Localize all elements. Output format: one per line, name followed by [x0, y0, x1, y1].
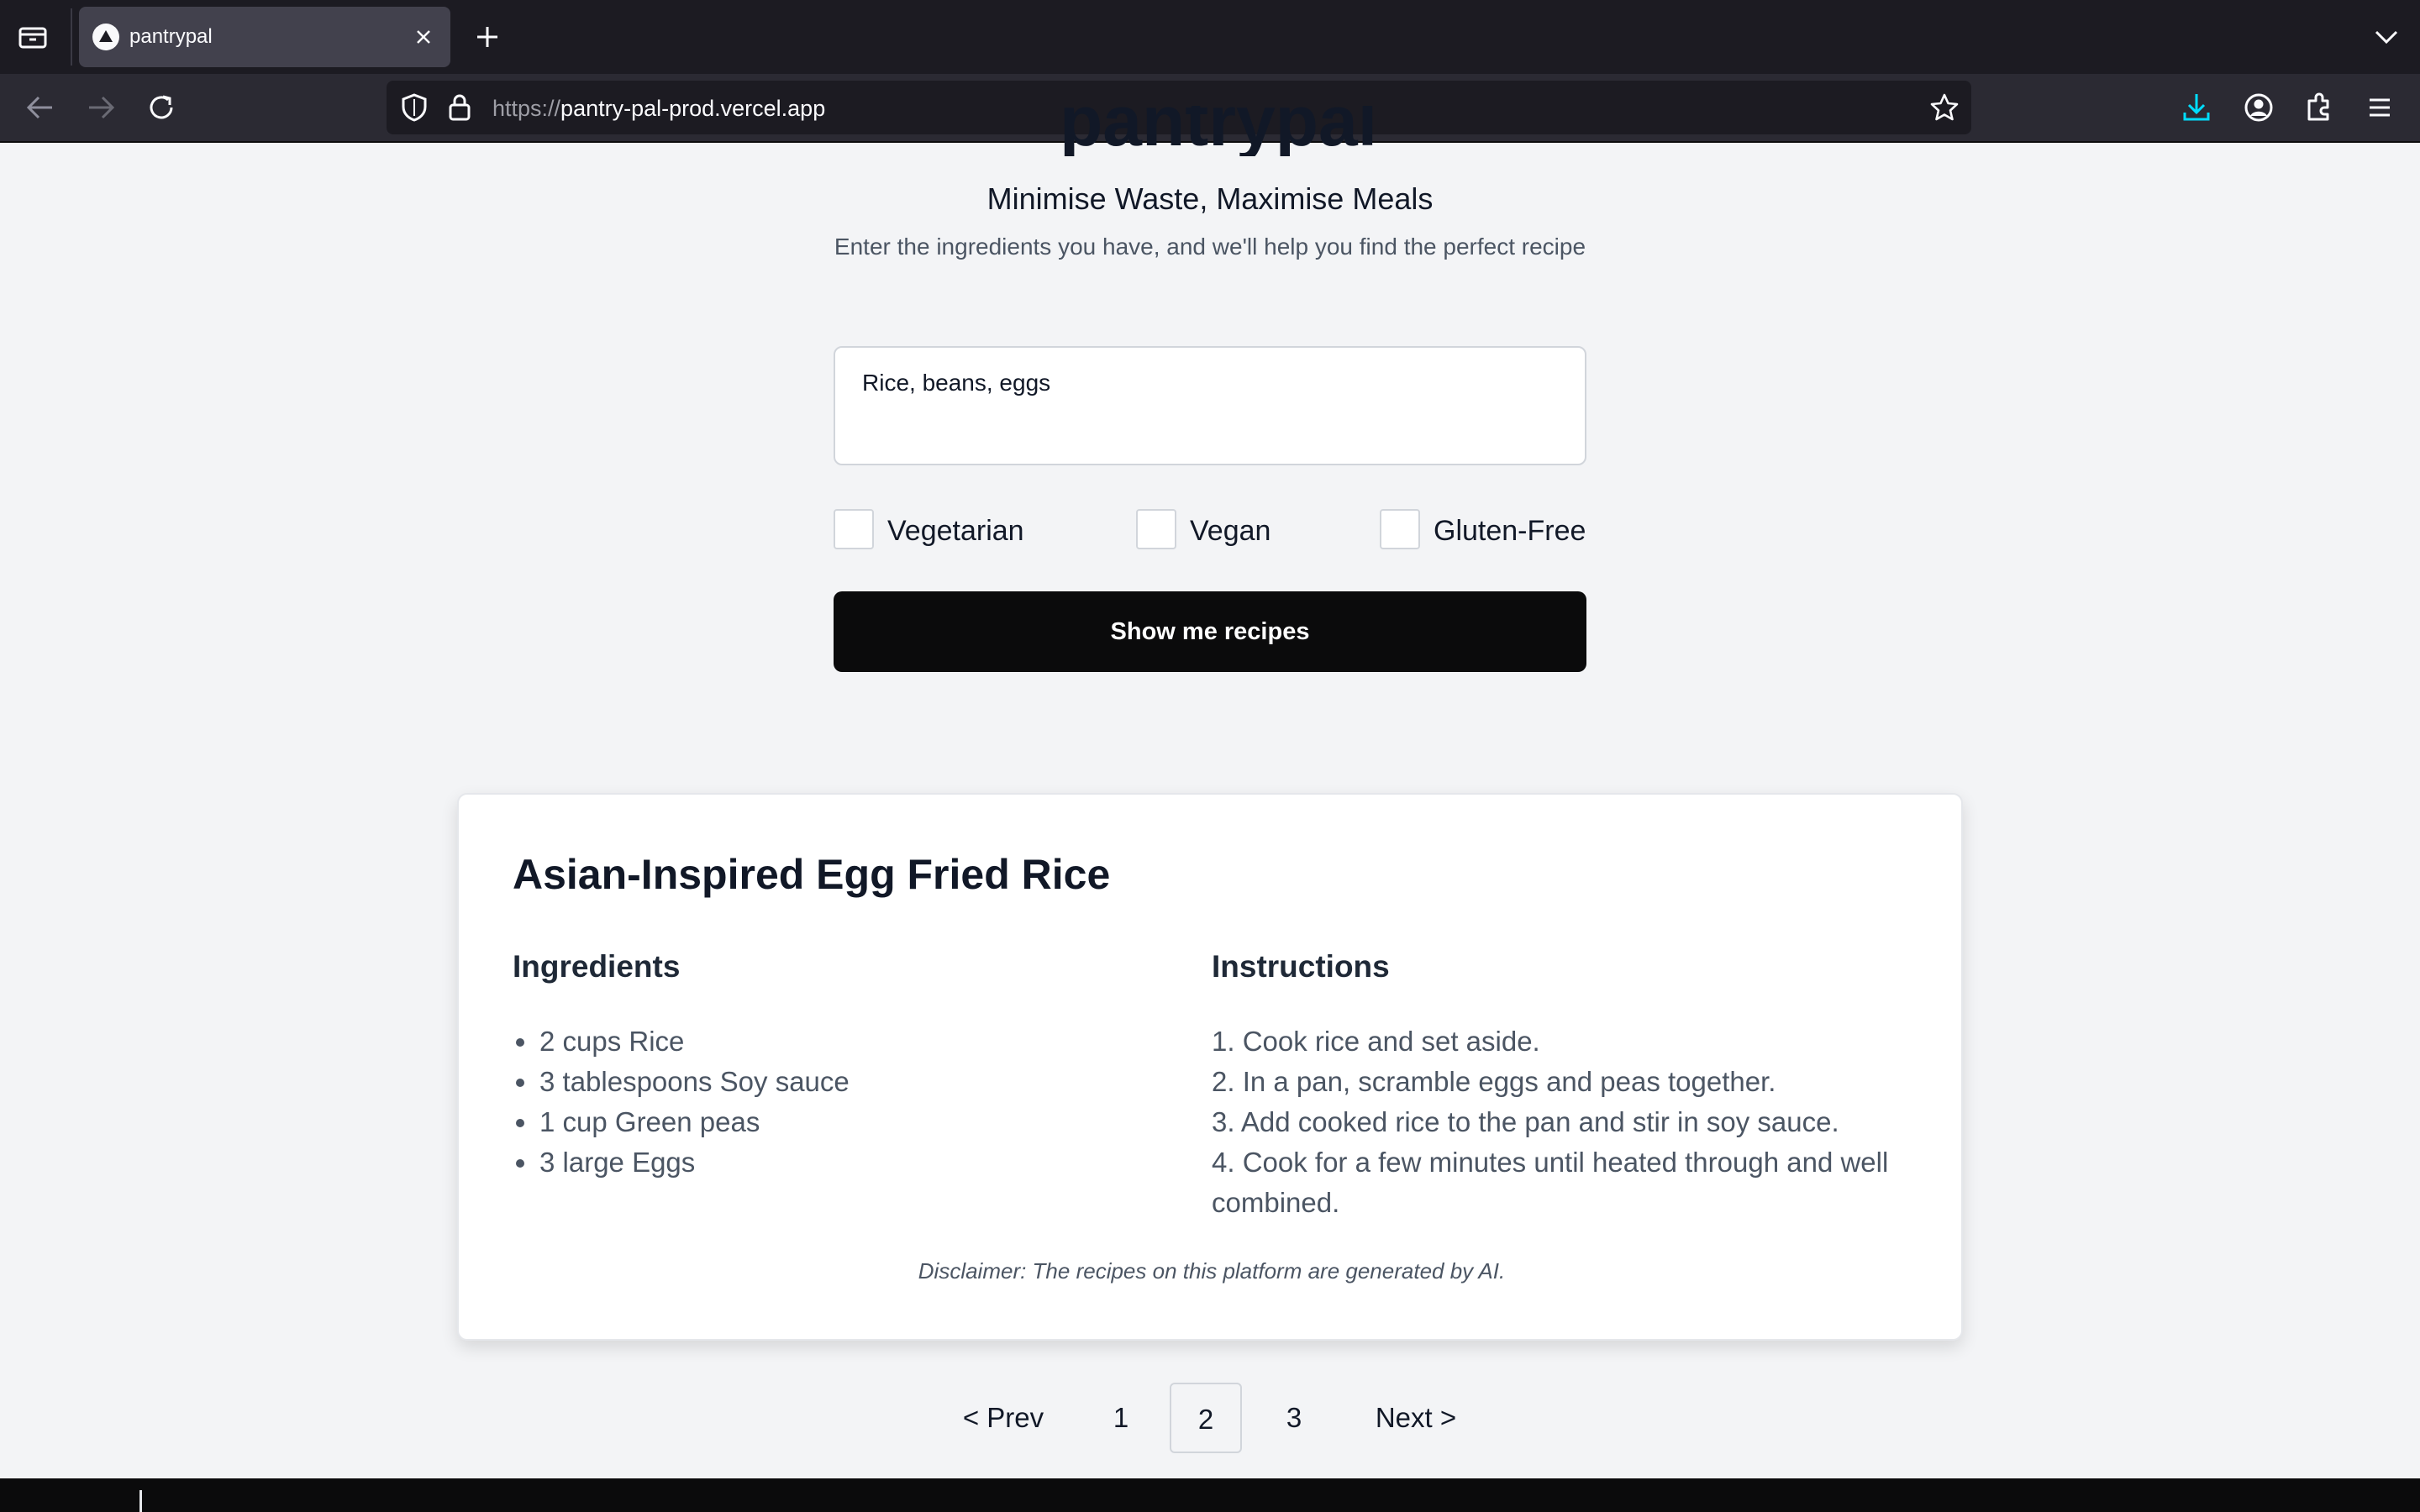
page-content: pantrypal Minimise Waste, Maximise Meals… — [0, 106, 2420, 1478]
pagination-next[interactable]: Next > — [1361, 1383, 1470, 1453]
show-recipes-button[interactable]: Show me recipes — [834, 591, 1586, 672]
pagination-page-3[interactable]: 3 — [1270, 1383, 1318, 1453]
tab-divider — [71, 8, 72, 66]
instruction-step: 3. Add cooked rice to the pan and stir i… — [1212, 1106, 1839, 1137]
tab-title: pantrypal — [129, 25, 213, 48]
page-footer — [0, 1478, 2420, 1512]
pagination-page-2-current[interactable]: 2 — [1170, 1383, 1242, 1453]
instruction-step: 2. In a pan, scramble eggs and peas toge… — [1212, 1066, 1776, 1097]
plus-icon[interactable] — [472, 22, 502, 52]
reload-icon[interactable] — [145, 91, 178, 124]
browser-tab-active[interactable]: pantrypal — [79, 7, 450, 67]
url-text: https://pantry-pal-prod.vercel.app — [492, 96, 825, 122]
ingredient-item: 3 tablespoons Soy sauce — [513, 1062, 850, 1102]
browser-tab-bar: pantrypal — [0, 0, 2420, 74]
account-icon[interactable] — [2242, 91, 2275, 124]
gluten-free-checkbox[interactable] — [1380, 509, 1420, 549]
pagination-prev[interactable]: < Prev — [955, 1383, 1052, 1453]
ingredients-list: 2 cups Rice 3 tablespoons Soy sauce 1 cu… — [513, 1021, 850, 1183]
instructions-heading: Instructions — [1212, 949, 1390, 984]
vegetarian-label[interactable]: Vegetarian — [887, 515, 1024, 548]
arrow-right-icon[interactable] — [84, 91, 118, 124]
ingredient-item: 3 large Eggs — [513, 1142, 850, 1183]
hamburger-menu-icon[interactable] — [2363, 91, 2396, 124]
chevron-down-icon[interactable] — [2371, 24, 2402, 50]
puzzle-icon[interactable] — [2302, 91, 2336, 124]
instructions-list: 1. Cook rice and set aside. 2. In a pan,… — [1212, 1021, 1901, 1223]
ingredients-input[interactable]: Rice, beans, eggs — [834, 346, 1586, 465]
folder-tabs-icon[interactable] — [17, 22, 50, 52]
vegan-label[interactable]: Vegan — [1190, 515, 1270, 548]
vegan-checkbox[interactable] — [1136, 509, 1176, 549]
url-protocol: https:// — [492, 96, 561, 121]
ingredient-item: 1 cup Green peas — [513, 1102, 850, 1142]
lock-icon[interactable] — [447, 92, 472, 123]
instruction-step: 1. Cook rice and set aside. — [1212, 1026, 1540, 1057]
subtitle: Enter the ingredients you have, and we'l… — [834, 234, 1586, 260]
download-icon[interactable] — [2180, 91, 2213, 124]
footer-mark — [139, 1490, 142, 1512]
close-icon[interactable] — [410, 24, 437, 50]
recipe-title: Asian-Inspired Egg Fried Rice — [513, 851, 1111, 898]
ingredient-item: 2 cups Rice — [513, 1021, 850, 1062]
vegetarian-checkbox[interactable] — [834, 509, 874, 549]
recipe-card: Asian-Inspired Egg Fried Rice Ingredient… — [457, 793, 1963, 1341]
tagline: Minimise Waste, Maximise Meals — [986, 181, 1434, 216]
url-host: pantry-pal-prod.vercel.app — [560, 96, 826, 121]
ingredients-heading: Ingredients — [513, 949, 681, 984]
page-title-cropped: pantrypal — [1042, 106, 1395, 156]
pagination-page-1[interactable]: 1 — [1097, 1383, 1144, 1453]
ai-disclaimer: Disclaimer: The recipes on this platform… — [918, 1258, 1506, 1284]
star-icon[interactable] — [1929, 92, 1960, 123]
favicon-icon — [92, 24, 119, 50]
arrow-left-icon[interactable] — [24, 91, 57, 124]
gluten-free-label[interactable]: Gluten-Free — [1434, 515, 1586, 548]
shield-icon[interactable] — [400, 92, 429, 123]
instruction-step: 4. Cook for a few minutes until heated t… — [1212, 1147, 1889, 1218]
page-title: pantrypal — [1059, 106, 1378, 156]
